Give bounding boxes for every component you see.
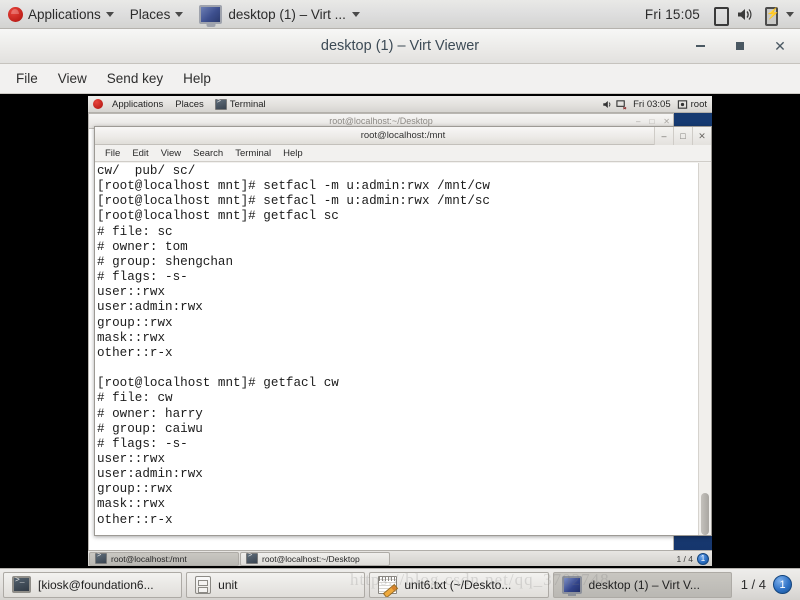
network-icon[interactable]: [616, 99, 627, 110]
menu-file[interactable]: File: [6, 64, 48, 93]
text-editor-icon: [378, 575, 398, 594]
minimize-icon[interactable]: –: [636, 117, 640, 126]
guest-background-window-title: root@localhost:~/Desktop: [329, 116, 433, 126]
volume-icon[interactable]: [736, 6, 753, 23]
terminal-scrollbar-thumb[interactable]: [701, 493, 709, 535]
places-menu[interactable]: Places: [122, 0, 192, 28]
host-taskbar-item-label: unit6.txt (~/Deskto...: [404, 577, 512, 592]
terminal-icon: [12, 576, 31, 593]
guest-terminal-titlebar: root@localhost:/mnt – □ ✕: [95, 127, 711, 145]
host-panel-left: Applications Places desktop (1) – Virt .…: [0, 0, 368, 28]
host-top-panel: Applications Places desktop (1) – Virt .…: [0, 0, 800, 29]
chevron-down-icon: [105, 11, 114, 17]
fedora-logo-icon: [8, 6, 23, 22]
host-taskbar-item-label: unit: [218, 577, 238, 592]
user-icon: [677, 99, 688, 110]
host-panel-window-task-label: desktop (1) – Virt ...: [228, 6, 346, 22]
chevron-down-icon: [351, 11, 360, 17]
guest-taskbar-item-label: root@localhost:/mnt: [111, 553, 187, 564]
host-taskbar-item-label: [kiosk@foundation6...: [38, 577, 154, 592]
guest-places-label: Places: [175, 98, 204, 110]
host-panel-right: Fri 15:05: [638, 0, 800, 28]
maximize-icon[interactable]: □: [673, 127, 692, 145]
places-menu-label: Places: [129, 6, 171, 22]
terminal-icon: [214, 98, 227, 110]
host-taskbar-item-label: desktop (1) – Virt V...: [588, 577, 700, 592]
guest-panel-left: Applications Places Terminal: [88, 96, 271, 112]
host-workspace-pager[interactable]: 1 / 4: [741, 577, 766, 592]
guest-task-label: Terminal: [229, 98, 266, 110]
guest-taskbar: root@localhost:/mnt root@localhost:~/Des…: [88, 550, 712, 566]
guest-applications-label: Applications: [112, 98, 164, 110]
guest-taskbar-item-mnt[interactable]: root@localhost:/mnt: [89, 551, 239, 566]
page-title: desktop (1) – Virt Viewer: [320, 38, 480, 54]
terminal-menu-file[interactable]: File: [99, 145, 126, 161]
terminal-menu-edit[interactable]: Edit: [126, 145, 154, 161]
host-status-badge[interactable]: 1: [773, 575, 792, 594]
maximize-icon[interactable]: [720, 29, 760, 64]
host-taskbar-item-kiosk-terminal[interactable]: [kiosk@foundation6...: [3, 571, 183, 598]
virt-viewer-titlebar: desktop (1) – Virt Viewer ✕: [0, 29, 800, 64]
vm-screen[interactable]: Applications Places Terminal: [88, 96, 712, 566]
host-taskbar-item-unit[interactable]: unit: [186, 571, 366, 598]
guest-taskbar-right: 1 / 4 1: [676, 552, 712, 565]
guest-applications-menu[interactable]: Applications: [106, 96, 169, 112]
guest-taskbar-item-desktop[interactable]: root@localhost:~/Desktop: [240, 551, 390, 566]
host-taskbar-right: 1 / 4 1: [736, 575, 797, 594]
guest-terminal-window[interactable]: root@localhost:/mnt – □ ✕ File Edit View…: [94, 126, 712, 536]
virt-viewer-window-buttons: ✕: [680, 29, 800, 63]
close-icon[interactable]: ✕: [692, 127, 711, 145]
maximize-icon[interactable]: □: [649, 117, 654, 126]
guest-status-badge[interactable]: 1: [697, 552, 709, 565]
guest-top-panel: Applications Places Terminal: [88, 96, 712, 113]
guest-terminal-menubar: File Edit View Search Terminal Help: [95, 145, 711, 162]
virt-viewer-icon: [199, 4, 223, 24]
host-taskbar-item-unit6-txt[interactable]: unit6.txt (~/Deskto...: [369, 571, 549, 598]
vm-display-area[interactable]: Applications Places Terminal: [0, 94, 800, 568]
menu-view[interactable]: View: [48, 64, 97, 93]
minimize-icon[interactable]: –: [654, 127, 673, 145]
chevron-down-icon: [175, 11, 184, 17]
guest-user-label[interactable]: root: [691, 99, 707, 110]
fedora-logo-icon: [93, 99, 103, 109]
menu-send-key[interactable]: Send key: [97, 64, 173, 93]
close-icon[interactable]: ✕: [760, 29, 800, 64]
terminal-menu-terminal[interactable]: Terminal: [229, 145, 277, 161]
host-taskbar-item-virt-viewer[interactable]: desktop (1) – Virt V...: [552, 571, 732, 598]
terminal-menu-help[interactable]: Help: [277, 145, 309, 161]
terminal-scrollbar[interactable]: [698, 163, 711, 535]
guest-terminal-title: root@localhost:/mnt: [360, 130, 446, 141]
close-icon[interactable]: ✕: [663, 117, 670, 126]
minimize-icon[interactable]: [680, 29, 720, 64]
terminal-icon: [95, 552, 107, 564]
host-clock[interactable]: Fri 15:05: [638, 7, 707, 22]
terminal-menu-view[interactable]: View: [155, 145, 187, 161]
guest-terminal-body[interactable]: cw/ pub/ sc/ [root@localhost mnt]# setfa…: [95, 163, 711, 535]
guest-panel-right: Fri 03:05 root: [602, 96, 712, 112]
guest-places-menu[interactable]: Places: [169, 96, 210, 112]
screen-icon[interactable]: [711, 6, 729, 26]
guest-clock[interactable]: Fri 03:05: [630, 99, 674, 110]
screen: Applications Places desktop (1) – Virt .…: [0, 0, 800, 600]
guest-terminal-window-buttons: – □ ✕: [654, 127, 711, 145]
terminal-icon: [246, 552, 258, 564]
host-panel-window-task[interactable]: desktop (1) – Virt ...: [191, 0, 368, 28]
virt-viewer-icon: [561, 575, 582, 594]
applications-menu[interactable]: Applications: [0, 0, 122, 28]
guest-taskbar-terminal[interactable]: Terminal: [210, 96, 271, 112]
battery-icon[interactable]: [761, 6, 780, 26]
applications-menu-label: Applications: [28, 6, 101, 22]
terminal-output[interactable]: cw/ pub/ sc/ [root@localhost mnt]# setfa…: [95, 163, 698, 535]
chevron-down-icon[interactable]: [786, 11, 794, 17]
archive-icon: [195, 575, 212, 594]
guest-taskbar-item-label: root@localhost:~/Desktop: [262, 553, 360, 564]
terminal-menu-search[interactable]: Search: [187, 145, 229, 161]
guest-workspace-pager[interactable]: 1 / 4: [676, 554, 693, 564]
host-taskbar: [kiosk@foundation6... unit unit6.txt (~/…: [0, 568, 800, 600]
volume-icon[interactable]: [602, 99, 613, 110]
menu-help[interactable]: Help: [173, 64, 221, 93]
virt-viewer-menubar: File View Send key Help: [0, 64, 800, 94]
